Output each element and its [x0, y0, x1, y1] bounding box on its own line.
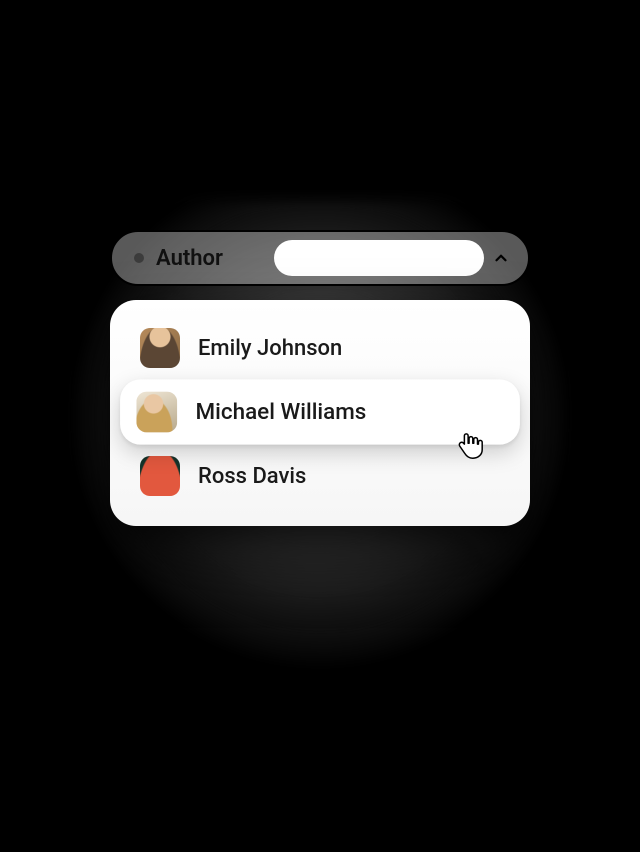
- author-option[interactable]: Michael Williams: [120, 379, 520, 444]
- leading-dot-icon: [134, 253, 144, 263]
- avatar: [140, 328, 180, 368]
- avatar: [136, 392, 177, 433]
- chevron-up-icon: [490, 247, 512, 269]
- author-option-name: Michael Williams: [196, 399, 367, 425]
- avatar: [140, 456, 180, 496]
- author-option-name: Emily Johnson: [198, 336, 342, 361]
- select-value-area: [274, 240, 484, 276]
- author-dropdown-panel: Emily Johnson Michael Williams Ross Davi…: [110, 300, 530, 526]
- author-option[interactable]: Emily Johnson: [124, 316, 516, 380]
- author-option[interactable]: Ross Davis: [124, 444, 516, 508]
- author-select-trigger[interactable]: Author: [110, 230, 530, 286]
- select-label: Author: [156, 246, 223, 271]
- author-option-name: Ross Davis: [198, 464, 306, 489]
